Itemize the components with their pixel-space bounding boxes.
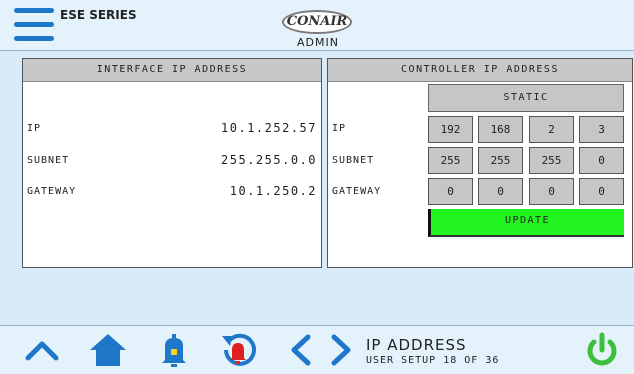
bell-icon[interactable] xyxy=(154,332,194,368)
controller-gateway-label: GATEWAY xyxy=(332,186,382,197)
interface-ip-panel: INTERFACE IP ADDRESS IP 10.1.252.57 SUBN… xyxy=(22,58,322,268)
controller-subnet-octet-3[interactable]: 255 xyxy=(529,147,574,174)
controller-ip-octet-4[interactable]: 3 xyxy=(579,116,624,143)
alarm-history-icon[interactable] xyxy=(218,332,258,368)
controller-subnet-label: SUBNET xyxy=(332,155,375,166)
series-label: ESE SERIES xyxy=(60,8,137,22)
interface-gateway-value: 10.1.250.2 xyxy=(229,184,317,198)
controller-ip-panel: CONTROLLER IP ADDRESS STATIC IP 192 168 … xyxy=(327,58,633,268)
menu-icon[interactable] xyxy=(14,8,54,44)
interface-ip-value: 10.1.252.57 xyxy=(221,121,317,135)
update-button[interactable]: UPDATE xyxy=(428,209,624,237)
controller-gateway-octet-1[interactable]: 0 xyxy=(428,178,473,205)
interface-ip-label: IP xyxy=(27,123,42,134)
page-title: IP ADDRESS xyxy=(366,336,467,354)
static-mode-button[interactable]: STATIC xyxy=(428,84,624,112)
next-icon[interactable] xyxy=(322,332,362,368)
page-subtitle: USER SETUP 18 OF 36 xyxy=(366,355,500,366)
interface-subnet-value: 255.255.0.0 xyxy=(221,153,317,167)
controller-ip-title: CONTROLLER IP ADDRESS xyxy=(328,59,632,82)
home-icon[interactable] xyxy=(88,332,128,368)
interface-gateway-label: GATEWAY xyxy=(27,186,77,197)
power-icon[interactable] xyxy=(582,332,622,368)
controller-subnet-octet-4[interactable]: 0 xyxy=(579,147,624,174)
conair-logo: CONAIR xyxy=(282,10,352,34)
controller-subnet-octet-2[interactable]: 255 xyxy=(478,147,523,174)
controller-ip-octet-3[interactable]: 2 xyxy=(529,116,574,143)
controller-ip-octet-2[interactable]: 168 xyxy=(478,116,523,143)
footer-bar: IP ADDRESS USER SETUP 18 OF 36 xyxy=(0,325,634,374)
controller-gateway-octet-3[interactable]: 0 xyxy=(529,178,574,205)
controller-ip-octet-1[interactable]: 192 xyxy=(428,116,473,143)
up-icon[interactable] xyxy=(22,332,62,368)
previous-icon[interactable] xyxy=(282,332,322,368)
controller-gateway-octet-2[interactable]: 0 xyxy=(478,178,523,205)
interface-ip-title: INTERFACE IP ADDRESS xyxy=(23,59,321,82)
user-role: ADMIN xyxy=(297,36,339,49)
controller-gateway-octet-4[interactable]: 0 xyxy=(579,178,624,205)
controller-subnet-octet-1[interactable]: 255 xyxy=(428,147,473,174)
header-bar: ESE SERIES CONAIR ADMIN xyxy=(0,0,634,51)
interface-subnet-label: SUBNET xyxy=(27,155,70,166)
controller-ip-label: IP xyxy=(332,123,347,134)
